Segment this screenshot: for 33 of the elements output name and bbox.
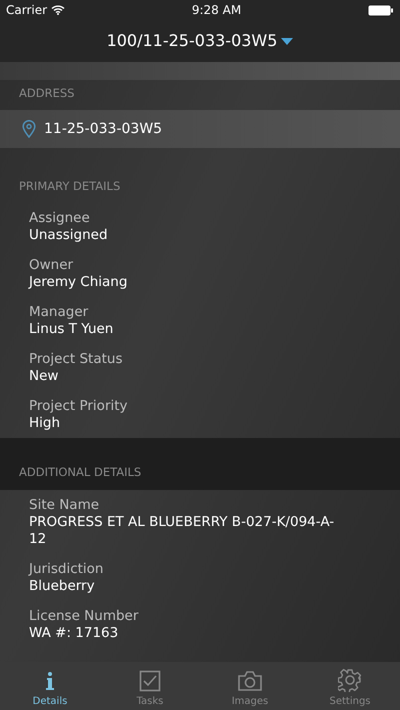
camera-icon [237, 670, 263, 692]
field-label: Assignee [29, 210, 91, 226]
field-label: Project Status [29, 350, 124, 368]
field-label: Owner [29, 256, 74, 274]
caret-icon [281, 38, 294, 44]
field-label: Project Priority [29, 398, 129, 414]
section-header: ADDITIONAL DETAILS [19, 464, 142, 481]
field-label: Jurisdiction [29, 560, 104, 578]
field-value: WA #: 17163 [29, 624, 120, 642]
field-value: PROGRESS ET AL BLUEBERRY B-027-K/094-A-12 [29, 514, 336, 548]
address-text[interactable]: 11-25-033-03W5 [44, 118, 162, 140]
battery-icon [368, 4, 394, 16]
field-value: High [29, 414, 62, 432]
checkbox-icon [139, 670, 161, 692]
field-value: New [29, 368, 60, 384]
tab-button[interactable]: Details [0, 662, 100, 710]
tab-button[interactable]: Settings [300, 662, 400, 710]
location-pin-icon [22, 120, 36, 138]
wifi-icon [51, 5, 66, 15]
field-label: Manager [29, 304, 90, 320]
field-value: Blueberry [29, 578, 96, 594]
settings-icon [338, 668, 362, 692]
field-label: License Number [29, 608, 140, 624]
field-value: Linus T Yuen [29, 320, 114, 338]
field-label: Site Name [29, 496, 100, 514]
section-header: ADDRESS [19, 84, 74, 102]
carrier-label: Carrier [6, 2, 48, 19]
clock-time: 9:28 AM [192, 3, 242, 17]
section-header: PRIMARY DETAILS [19, 178, 120, 195]
field-value: Unassigned [29, 226, 109, 244]
tab-button[interactable]: Tasks [100, 662, 200, 710]
field-value: Jeremy Chiang [29, 274, 128, 290]
tab-button[interactable]: Images [200, 662, 300, 710]
